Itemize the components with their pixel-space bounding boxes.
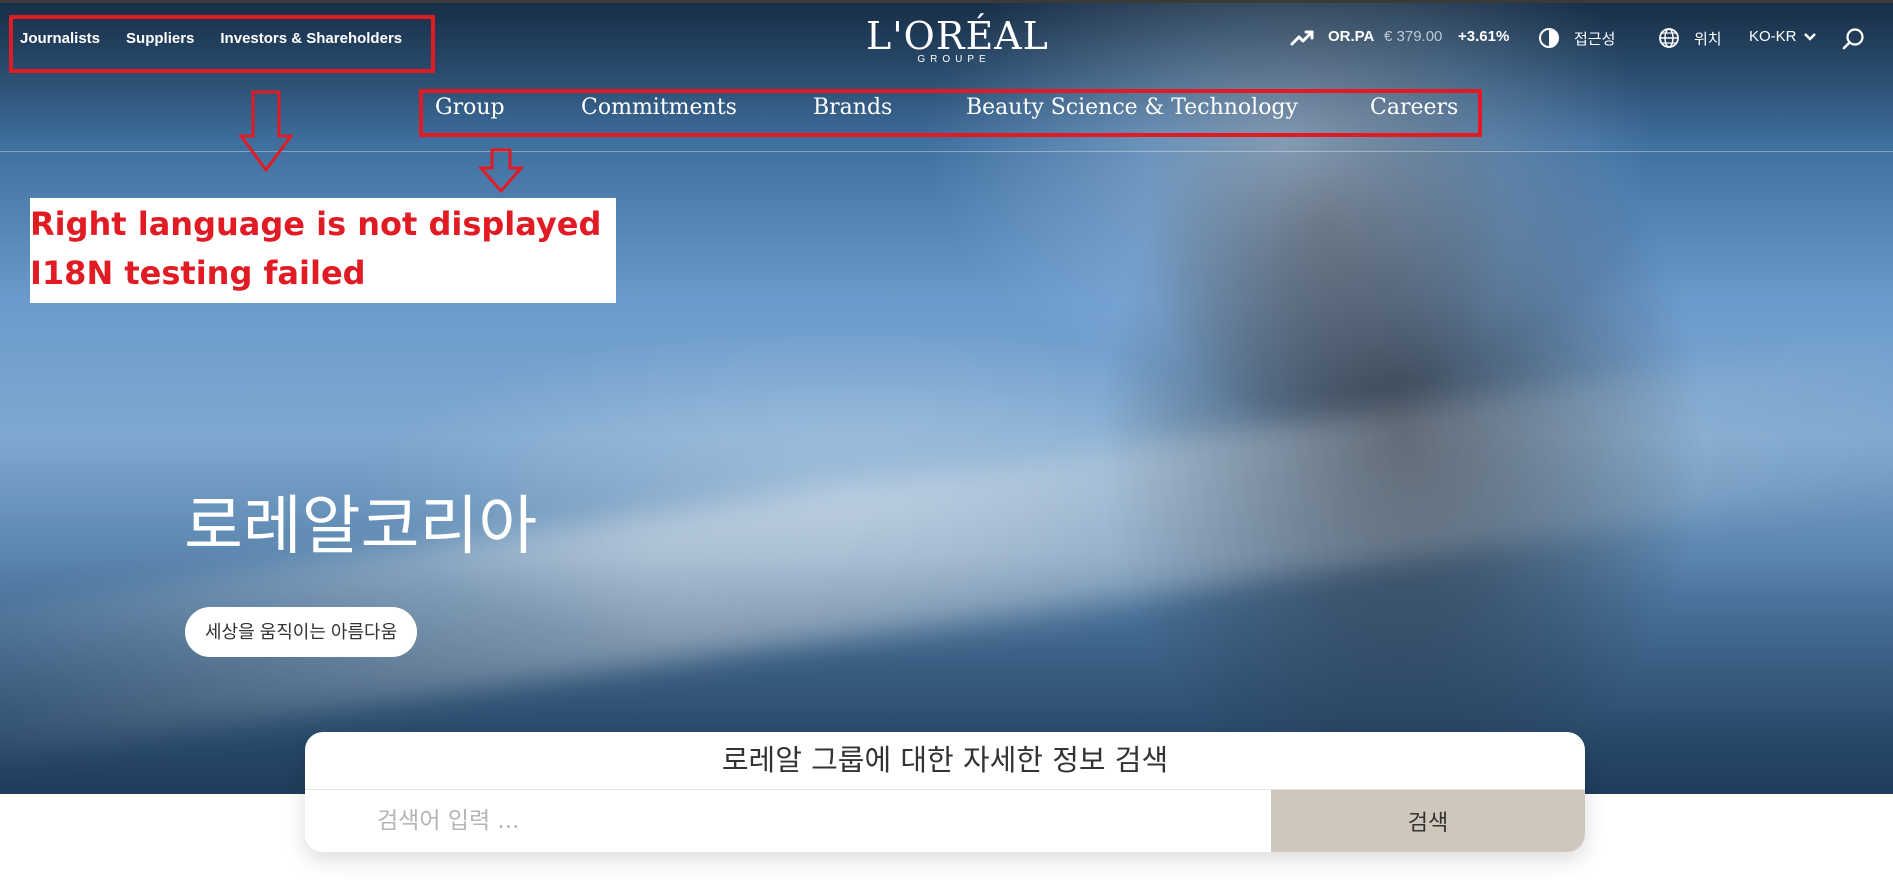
search-input[interactable] <box>305 790 1271 852</box>
loreal-logo[interactable]: L'ORÉAL GROUPE <box>866 14 1049 65</box>
stock-change: +3.61% <box>1458 28 1510 45</box>
down-arrow-icon <box>239 90 293 172</box>
logo-wordmark: L'ORÉAL <box>866 14 1049 58</box>
contrast-icon[interactable] <box>1538 27 1560 49</box>
location-button[interactable]: 위치 <box>1694 28 1722 49</box>
browser-top-edge <box>0 0 1893 3</box>
search-button[interactable]: 검색 <box>1271 790 1585 852</box>
annotation-box-nav <box>419 89 1482 137</box>
annotation-line-2: I18N testing failed <box>30 254 366 292</box>
hero-title: 로레알코리아 <box>184 490 538 564</box>
annotation-note: Right language is not displayed I18N tes… <box>30 198 616 303</box>
search-icon[interactable] <box>1841 27 1865 51</box>
hero-tagline-button[interactable]: 세상을 움직이는 아름다움 <box>185 607 418 657</box>
trend-up-icon <box>1290 30 1314 46</box>
stock-price: € 379.00 <box>1384 28 1443 45</box>
annotation-line-1: Right language is not displayed <box>30 205 602 243</box>
down-arrow-icon <box>478 148 524 194</box>
stock-symbol[interactable]: OR.PA <box>1328 28 1374 45</box>
globe-icon[interactable] <box>1658 27 1680 49</box>
language-select[interactable]: KO-KR <box>1749 28 1817 45</box>
annotation-box-utility <box>9 15 435 73</box>
header-tools: OR.PA € 379.00 +3.61% 접근성 위치 KO-KR <box>1290 28 1870 52</box>
search-title: 로레알 그룹에 대한 자세한 정보 검색 <box>721 743 1169 777</box>
language-value: KO-KR <box>1749 28 1797 45</box>
accessibility-button[interactable]: 접근성 <box>1574 28 1615 49</box>
search-card: 로레알 그룹에 대한 자세한 정보 검색 검색 <box>305 732 1585 852</box>
chevron-down-icon <box>1803 32 1816 41</box>
